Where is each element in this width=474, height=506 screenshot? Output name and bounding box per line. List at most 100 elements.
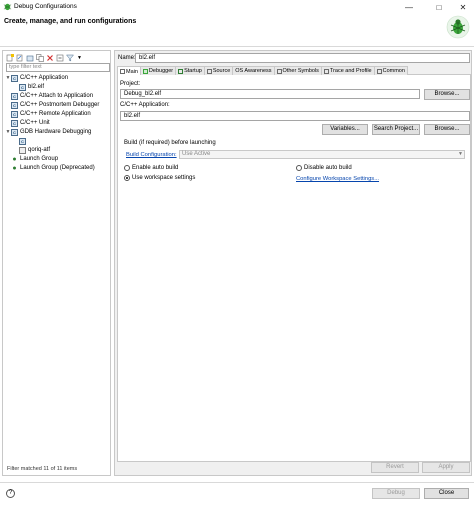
minimize-icon: — bbox=[405, 2, 413, 12]
debug-bug-icon bbox=[3, 3, 12, 11]
cpp-attach-icon: C bbox=[11, 93, 18, 100]
export-icon bbox=[26, 55, 33, 61]
tab-other-symbols[interactable]: Other Symbols bbox=[273, 66, 322, 75]
radio-selected-icon bbox=[124, 175, 130, 181]
debug-banner-icon bbox=[446, 15, 470, 39]
delete-button[interactable] bbox=[45, 53, 54, 62]
close-window-button[interactable]: ✕ bbox=[452, 0, 474, 14]
tree-item-gdb-hardware[interactable]: ▼ C GDB Hardware Debugging bbox=[5, 128, 111, 137]
filter-button[interactable] bbox=[65, 53, 74, 62]
source-tab-icon bbox=[206, 68, 212, 74]
configure-workspace-settings-link[interactable]: Configure Workspace Settings... bbox=[296, 176, 379, 182]
tab-startup[interactable]: Startup bbox=[175, 66, 205, 75]
tree-item-cpp-unit[interactable]: C C/C++ Unit bbox=[5, 119, 111, 128]
project-input[interactable]: Debug_bl2.elf bbox=[120, 89, 420, 99]
enable-auto-build-radio[interactable]: Enable auto build bbox=[124, 165, 178, 171]
tab-common[interactable]: Common bbox=[373, 66, 408, 75]
tree-item-cpp-application[interactable]: ▼ C C/C++ Application bbox=[5, 74, 111, 83]
tree-item-label: C/C++ Postmortem Debugger bbox=[20, 102, 100, 108]
tab-trace-and-profile[interactable]: Trace and Profile bbox=[320, 66, 375, 75]
cpp-unit-icon: C bbox=[11, 120, 18, 127]
tree-item-label: C/C++ Attach to Application bbox=[20, 93, 94, 99]
tab-label: Other Symbols bbox=[282, 68, 319, 74]
window-title: Debug Configurations bbox=[14, 3, 77, 10]
radio-icon bbox=[296, 165, 302, 171]
tab-debugger[interactable]: Debugger bbox=[139, 66, 177, 75]
dialog-header: Create, manage, and run configurations bbox=[0, 14, 474, 47]
chevron-down-icon: ▼ bbox=[458, 151, 463, 157]
close-button[interactable]: Close bbox=[424, 488, 469, 499]
radio-label: Enable auto build bbox=[132, 165, 179, 171]
launch-group-icon: ● bbox=[12, 165, 17, 172]
tree-item-bl2-elf[interactable]: C bl2.elf bbox=[5, 83, 111, 92]
maximize-icon: □ bbox=[436, 2, 442, 12]
tree-toolbar: ▼ bbox=[5, 53, 84, 62]
project-browse-button[interactable]: Browse... bbox=[424, 89, 470, 100]
collapse-all-button[interactable] bbox=[55, 53, 64, 62]
launch-group-icon: ● bbox=[12, 156, 17, 163]
tree-item-gdb-unnamed[interactable]: C bbox=[5, 137, 111, 146]
tree-item-qoriq-atf[interactable]: qoriq-atf bbox=[5, 146, 111, 155]
trace-tab-icon bbox=[323, 68, 329, 74]
common-tab-icon bbox=[376, 68, 382, 74]
build-configuration-select[interactable]: Use Active ▼ bbox=[179, 150, 465, 159]
tree-item-label: C/C++ Application bbox=[20, 75, 69, 81]
tree-item-label: Launch Group bbox=[20, 156, 59, 162]
export-button[interactable] bbox=[25, 53, 34, 62]
dialog-button-bar: ? Debug Close bbox=[0, 482, 474, 506]
radio-label: Disable auto build bbox=[304, 165, 352, 171]
header-title: Create, manage, and run configurations bbox=[4, 18, 137, 25]
application-browse-button[interactable]: Browse... bbox=[424, 124, 470, 135]
variables-button[interactable]: Variables... bbox=[322, 124, 368, 135]
tree-item-cpp-postmortem[interactable]: C C/C++ Postmortem Debugger bbox=[5, 101, 111, 110]
duplicate-button[interactable] bbox=[35, 53, 44, 62]
collapse-all-icon bbox=[56, 54, 63, 61]
tab-label: OS Awareness bbox=[235, 68, 272, 74]
tree-item-cpp-remote[interactable]: C C/C++ Remote Application bbox=[5, 110, 111, 119]
tree-item-label: C/C++ Remote Application bbox=[20, 111, 91, 117]
tab-label: Main bbox=[126, 68, 138, 75]
title-bar: Debug Configurations — □ ✕ bbox=[0, 0, 474, 14]
tree-item-launch-group-deprecated[interactable]: ● Launch Group (Deprecated) bbox=[5, 164, 111, 173]
minimize-button[interactable]: — bbox=[398, 0, 420, 14]
configuration-editor: Name: bl2.elf Main Debugger Startup Sour… bbox=[114, 50, 472, 476]
configuration-tree: ▼ C C/C++ Application C bl2.elf C C/C++ … bbox=[5, 74, 111, 173]
filter-input[interactable]: type filter text bbox=[6, 63, 110, 72]
tree-item-cpp-attach[interactable]: C C/C++ Attach to Application bbox=[5, 92, 111, 101]
build-before-launch-label: Build (if required) before launching bbox=[124, 140, 216, 146]
new-config-button[interactable] bbox=[5, 53, 14, 62]
delete-icon bbox=[46, 54, 53, 61]
cpp-remote-icon: C bbox=[11, 111, 18, 118]
maximize-button[interactable]: □ bbox=[428, 0, 450, 14]
disable-auto-build-radio[interactable]: Disable auto build bbox=[296, 165, 352, 171]
gdb-config-icon bbox=[19, 147, 26, 154]
project-label: Project: bbox=[120, 81, 141, 87]
view-menu-button[interactable]: ▼ bbox=[75, 53, 84, 62]
help-button[interactable]: ? bbox=[6, 489, 15, 498]
revert-button[interactable]: Revert bbox=[371, 462, 419, 473]
build-configuration-link[interactable]: Build Configuration: bbox=[126, 152, 177, 158]
cpp-application-input[interactable]: bl2.elf bbox=[120, 111, 470, 121]
cpp-postmortem-icon: C bbox=[11, 102, 18, 109]
tab-source[interactable]: Source bbox=[203, 66, 234, 75]
filter-status: Filter matched 11 of 11 items bbox=[7, 466, 78, 472]
tree-item-launch-group[interactable]: ● Launch Group bbox=[5, 155, 111, 164]
gdb-config-icon: C bbox=[19, 138, 26, 145]
new-file-icon bbox=[6, 53, 14, 61]
apply-button[interactable]: Apply bbox=[422, 462, 470, 473]
debug-button[interactable]: Debug bbox=[372, 488, 420, 499]
use-workspace-settings-radio[interactable]: Use workspace settings bbox=[124, 175, 195, 181]
startup-tab-icon bbox=[178, 68, 184, 74]
chevron-down-icon: ▼ bbox=[77, 54, 82, 61]
duplicate-icon bbox=[35, 53, 44, 62]
tab-label: Startup bbox=[184, 68, 202, 74]
cpp-application-label: C/C++ Application: bbox=[120, 102, 170, 108]
help-icon: ? bbox=[8, 490, 13, 496]
cpp-app-icon: C bbox=[11, 75, 18, 82]
name-input[interactable]: bl2.elf bbox=[135, 53, 470, 63]
search-project-button[interactable]: Search Project... bbox=[372, 124, 420, 135]
new-prototype-button[interactable] bbox=[15, 53, 24, 62]
cpp-app-icon: C bbox=[19, 84, 26, 91]
tab-os-awareness[interactable]: OS Awareness bbox=[232, 66, 275, 75]
name-label: Name: bbox=[118, 55, 136, 61]
